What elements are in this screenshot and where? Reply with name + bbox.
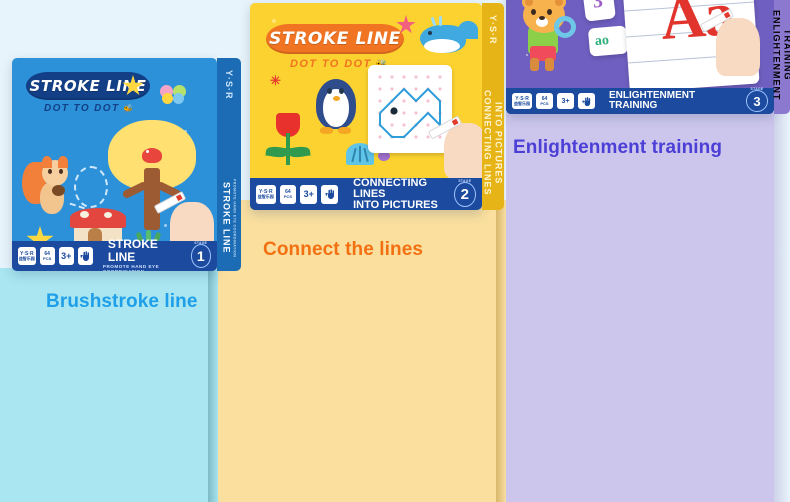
brand-chip: Y·S·R 益智乐园 [256, 184, 276, 204]
box-1-bar-subtitle: PROMOTE HAND EYE COORDINATION [102, 264, 160, 271]
caption-enlightenment-training: Enlightenment training [513, 137, 723, 158]
letter-card-3: 3 [582, 0, 616, 22]
product-box-2[interactable]: STROKE LINE DOT TO DOT 🐝 ✳ Y·S·R 益智乐园 64… [250, 3, 504, 210]
box-2-bar-title-2: INTO PICTURES [353, 198, 438, 210]
hand-pointer-icon [578, 93, 595, 109]
box-1-info-bar: Y·S·R 益智乐园 64 PCS 3+ STROKE LINE PROMOTE… [12, 237, 217, 271]
box-1-bar-title: STROKE LINE [107, 237, 158, 264]
brand-chip: Y·S·R 益智乐园 [18, 247, 36, 265]
product-box-3[interactable]: 3 ao A Aa Y·S·R [506, 0, 790, 114]
age-chip: 3+ [300, 184, 318, 204]
bee-icon: 🐝 [122, 104, 134, 113]
letter-card-ao: ao [587, 25, 629, 57]
hand-with-pen [699, 6, 766, 76]
tulip-illustration [265, 113, 311, 173]
box-3-info-bar: Y·S·R 益智乐园 64 PCS 3+ ENLIGHTENMENT TRAIN… [506, 87, 774, 114]
caption-connect-the-lines: Connect the lines [263, 239, 424, 260]
box-3-spine: ENLIGHTENMENT TRAINING [772, 0, 790, 114]
purple-panel [496, 112, 790, 502]
product-box-1[interactable]: STROKE LINE DOT TO DOT 🐝 Y·S·R 益智乐园 64 P… [12, 58, 241, 271]
sparkle-icon: ✳ [270, 73, 281, 88]
box-1-face: STROKE LINE DOT TO DOT 🐝 Y·S·R 益智乐园 64 P… [12, 58, 217, 271]
box-1-spine: Y·S·R STROKE LINE PROMOTE HAND EYE COORD… [217, 58, 241, 271]
pieces-chip: 64 PCS [39, 247, 55, 265]
butterfly-illustration [160, 85, 186, 105]
box-2-face: STROKE LINE DOT TO DOT 🐝 ✳ Y·S·R 益智乐园 64… [250, 3, 482, 210]
pieces-chip: 64 PCS [536, 93, 553, 109]
box-1-subtitle: DOT TO DOT 🐝 [44, 103, 134, 114]
brand-chip: Y·S·R 益智乐园 [512, 93, 532, 109]
box-2-spine: Y·S·R CONNECTING LINES INTO PICTURES [482, 3, 504, 210]
hand-pointer-icon [321, 184, 339, 204]
box-3-level-badge: STAGE 3 [746, 87, 768, 112]
pieces-chip: 64 PCS [279, 184, 297, 204]
box-1-level-badge: STAGE 1 [190, 241, 211, 268]
bear-illustration [514, 0, 578, 76]
box-2-title-text: STROKE LINE [269, 29, 401, 49]
box-2-title-banner: STROKE LINE [266, 24, 404, 54]
caption-brushstroke-line: Brushstroke line [46, 291, 198, 312]
age-chip: 3+ [58, 247, 74, 265]
box-3-bar-title-2: TRAINING [609, 100, 658, 111]
product-scene: Brushstroke line Connect the lines Enlig… [0, 0, 790, 502]
box-2-level-badge: STAGE 2 [453, 179, 476, 207]
box-2-bar-title: CONNECTING LINES [353, 176, 428, 200]
whale-illustration [418, 15, 480, 57]
squirrel-illustration [22, 156, 74, 220]
hand-pointer-icon [77, 247, 93, 265]
penguin-illustration [312, 77, 360, 139]
hand-with-pen [427, 111, 482, 179]
box-3-face: 3 ao A Aa Y·S·R [506, 0, 774, 114]
box-2-info-bar: Y·S·R 益智乐园 64 PCS 3+ CONNECTING LINES IN… [250, 176, 482, 210]
age-chip: 3+ [557, 93, 574, 109]
